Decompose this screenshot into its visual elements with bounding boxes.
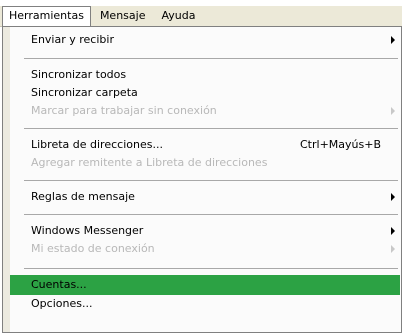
menu-item-shortcut: Ctrl+Mayús+B	[300, 138, 381, 151]
menu-item-label: Sincronizar todos	[31, 68, 127, 81]
menu-separator	[24, 128, 398, 129]
menu-item-windows-messenger[interactable]: Windows Messenger	[10, 222, 400, 240]
submenu-arrow-icon	[391, 107, 395, 115]
menu-separator	[24, 58, 398, 59]
submenu-arrow-icon	[391, 36, 395, 44]
menu-gutter	[3, 27, 10, 332]
menu-item-enviar-y-recibir[interactable]: Enviar y recibir	[10, 31, 400, 49]
menu-item-label: Opciones...	[31, 297, 93, 310]
menu-item-label: Windows Messenger	[31, 224, 144, 237]
menu-separator	[24, 180, 398, 181]
submenu-arrow-icon	[391, 193, 395, 201]
menu-item-label: Agregar remitente a Libreta de direccion…	[31, 156, 268, 169]
menu-separator	[24, 268, 398, 269]
menu-item-label: Enviar y recibir	[31, 33, 114, 46]
menu-item-label: Reglas de mensaje	[31, 190, 135, 203]
menu-item-label: Cuentas...	[31, 278, 87, 291]
menu-item-label: Libreta de direcciones...	[31, 138, 163, 151]
menu-bar: Herramientas Mensaje Ayuda	[0, 6, 402, 27]
menu-item-sincronizar-carpeta[interactable]: Sincronizar carpeta	[10, 84, 400, 102]
menu-item-mi-estado-de-conexion: Mi estado de conexión	[10, 240, 400, 258]
menu-item-opciones[interactable]: Opciones...	[10, 295, 400, 313]
submenu-arrow-icon	[391, 227, 395, 235]
menu-item-trabajar-sin-conexion: Marcar para trabajar sin conexión	[10, 102, 400, 120]
menu-item-label: Mi estado de conexión	[31, 242, 155, 255]
menu-item-reglas-de-mensaje[interactable]: Reglas de mensaje	[10, 188, 400, 206]
menu-ayuda[interactable]: Ayuda	[154, 7, 202, 25]
submenu-arrow-icon	[391, 245, 395, 253]
menu-herramientas[interactable]: Herramientas	[2, 6, 91, 26]
menu-mensaje[interactable]: Mensaje	[93, 7, 153, 25]
menu-item-libreta-de-direcciones[interactable]: Libreta de direcciones... Ctrl+Mayús+B	[10, 136, 400, 154]
menu-item-label: Sincronizar carpeta	[31, 86, 138, 99]
herramientas-dropdown: Enviar y recibir Sincronizar todos Sincr…	[2, 26, 402, 333]
menu-item-sincronizar-todos[interactable]: Sincronizar todos	[10, 66, 400, 84]
menu-separator	[24, 214, 398, 215]
menu-item-cuentas[interactable]: Cuentas...	[10, 275, 400, 295]
menu-item-label: Marcar para trabajar sin conexión	[31, 104, 217, 117]
menu-item-agregar-remitente: Agregar remitente a Libreta de direccion…	[10, 154, 400, 172]
